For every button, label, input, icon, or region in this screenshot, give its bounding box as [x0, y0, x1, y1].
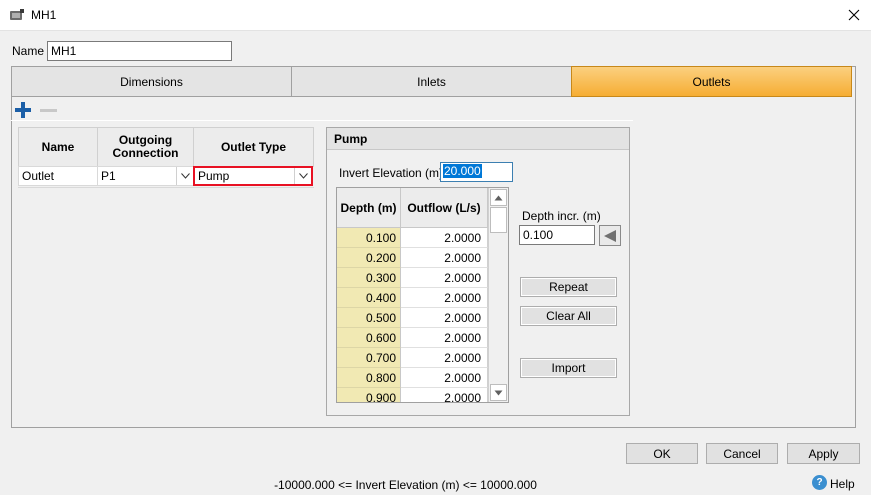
depth-cell[interactable]: 0.700: [337, 348, 401, 368]
tab-outlets[interactable]: Outlets: [571, 66, 852, 97]
outlet-type-dropdown[interactable]: Pump: [193, 166, 313, 186]
import-button[interactable]: Import: [520, 358, 617, 378]
table-scrollbar[interactable]: [488, 188, 508, 402]
outlets-grid: Name Outgoing Connection Outlet Type Outl…: [18, 127, 314, 187]
window-title: MH1: [31, 8, 57, 22]
repeat-button[interactable]: Repeat: [520, 277, 617, 297]
outflow-cell[interactable]: 2.0000: [401, 228, 488, 248]
outflow-cell[interactable]: 2.0000: [401, 268, 488, 288]
connection-dropdown[interactable]: P1: [97, 166, 194, 186]
grid-header-connection: Outgoing Connection: [97, 127, 194, 167]
ok-button[interactable]: OK: [626, 443, 698, 464]
depth-cell[interactable]: 0.800: [337, 368, 401, 388]
depth-cell[interactable]: 0.300: [337, 268, 401, 288]
outflow-cell[interactable]: 2.0000: [401, 248, 488, 268]
title-bar: [0, 0, 871, 31]
grid-bottom-line: [18, 187, 314, 188]
invert-elevation-label: Invert Elevation (m): [339, 166, 444, 180]
tab-label: Outlets: [692, 74, 731, 89]
tab-dimensions[interactable]: Dimensions: [11, 66, 292, 97]
invert-elevation-input[interactable]: 20.000: [440, 162, 513, 182]
depth-cell[interactable]: 0.600: [337, 328, 401, 348]
apply-button[interactable]: Apply: [787, 443, 860, 464]
tab-inlets[interactable]: Inlets: [291, 66, 572, 97]
manhole-icon: [10, 9, 24, 20]
scrollbar-thumb[interactable]: [490, 207, 507, 233]
outflow-cell[interactable]: 2.0000: [401, 288, 488, 308]
tab-label: Dimensions: [120, 74, 183, 89]
scroll-up-icon[interactable]: [490, 189, 507, 206]
depth-increment-input[interactable]: 0.100: [519, 225, 595, 245]
toolbar-divider: [11, 120, 633, 121]
outflow-column-header: Outflow (L/s): [401, 188, 488, 228]
grid-header-outlet-type: Outlet Type: [193, 127, 314, 167]
name-input[interactable]: [47, 41, 232, 61]
minus-icon[interactable]: [40, 109, 57, 112]
scroll-down-icon[interactable]: [490, 384, 507, 401]
plus-icon[interactable]: [15, 102, 31, 118]
pump-panel-title: Pump: [327, 128, 629, 150]
depth-cell[interactable]: 0.500: [337, 308, 401, 328]
depth-cell[interactable]: 0.200: [337, 248, 401, 268]
grid-header-name: Name: [18, 127, 98, 167]
outflow-cell[interactable]: 2.0000: [401, 388, 488, 402]
outflow-cell[interactable]: 2.0000: [401, 348, 488, 368]
clear-all-button[interactable]: Clear All: [520, 306, 617, 326]
outflow-cell[interactable]: 2.0000: [401, 328, 488, 348]
close-button[interactable]: [840, 4, 868, 26]
depth-increment-label: Depth incr. (m): [522, 209, 601, 223]
chevron-down-icon[interactable]: [176, 167, 193, 185]
outlet-name-cell[interactable]: Outlet: [18, 166, 98, 186]
fill-down-button[interactable]: [599, 225, 621, 246]
triangle-left-icon: [604, 229, 616, 242]
outflow-cell[interactable]: 2.0000: [401, 368, 488, 388]
help-icon[interactable]: ?: [812, 475, 827, 490]
name-label: Name: [12, 44, 45, 58]
depth-cell[interactable]: 0.900: [337, 388, 401, 402]
outflow-cell[interactable]: 2.0000: [401, 308, 488, 328]
cancel-button[interactable]: Cancel: [706, 443, 778, 464]
close-icon: [848, 9, 860, 21]
depth-column-header: Depth (m): [337, 188, 401, 228]
help-link[interactable]: Help: [830, 477, 855, 491]
tab-label: Inlets: [417, 74, 446, 89]
depth-cell[interactable]: 0.100: [337, 228, 401, 248]
chevron-down-icon[interactable]: [294, 168, 311, 184]
depth-outflow-table: Depth (m) Outflow (L/s) 0.100 2.0000 0.2…: [336, 187, 509, 403]
status-message: -10000.000 <= Invert Elevation (m) <= 10…: [274, 478, 537, 492]
depth-cell[interactable]: 0.400: [337, 288, 401, 308]
